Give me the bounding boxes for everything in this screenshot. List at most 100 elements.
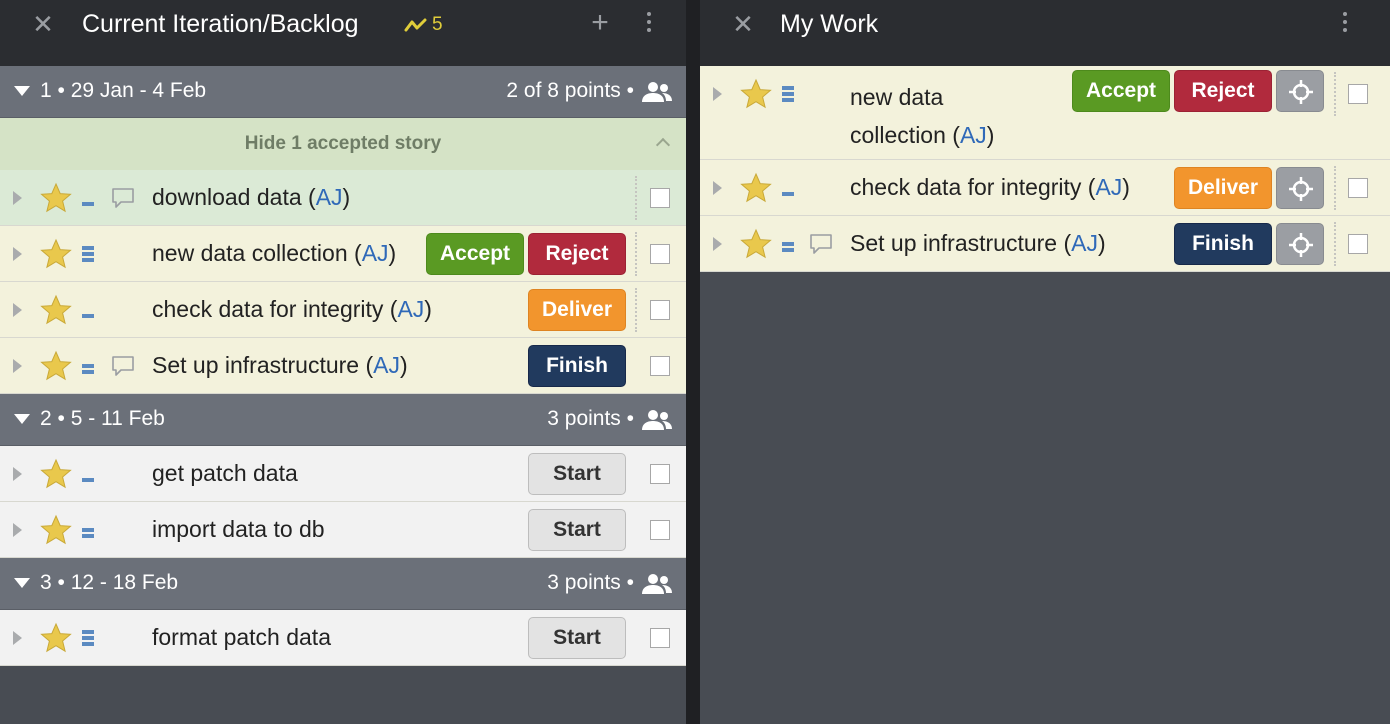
star-icon[interactable]: [40, 458, 72, 490]
story-row[interactable]: check data for integrity (AJ) Deliver: [700, 160, 1390, 216]
owner-initials[interactable]: AJ: [316, 184, 343, 210]
story-row[interactable]: import data to db Start: [0, 502, 686, 558]
start-button[interactable]: Start: [528, 509, 626, 551]
finish-button[interactable]: Finish: [1174, 223, 1272, 265]
finish-button[interactable]: Finish: [528, 345, 626, 387]
story-row[interactable]: format patch data Start: [0, 610, 686, 666]
star-icon[interactable]: [40, 622, 72, 654]
people-icon[interactable]: [640, 80, 674, 104]
collapse-caret-icon[interactable]: [14, 86, 30, 96]
story-row[interactable]: new data collection (AJ) Accept Reject: [0, 226, 686, 282]
star-icon[interactable]: [740, 78, 772, 110]
reject-button[interactable]: Reject: [528, 233, 626, 275]
close-panel-icon[interactable]: ✕: [730, 12, 756, 38]
panel-divider[interactable]: [686, 0, 700, 724]
estimate-bars-icon: [82, 190, 96, 212]
owner-initials[interactable]: AJ: [960, 122, 987, 148]
select-checkbox[interactable]: [650, 520, 670, 540]
story-title[interactable]: import data to db: [152, 516, 325, 543]
start-button[interactable]: Start: [528, 453, 626, 495]
iteration-header[interactable]: 1 • 29 Jan - 4 Feb 2 of 8 points •: [0, 66, 686, 118]
expand-arrow-icon[interactable]: [13, 631, 22, 645]
expand-arrow-icon[interactable]: [13, 247, 22, 261]
locate-story-button[interactable]: [1276, 70, 1324, 112]
owner-initials[interactable]: AJ: [1095, 174, 1122, 200]
star-icon[interactable]: [40, 514, 72, 546]
plus-icon[interactable]: +: [586, 8, 614, 38]
expand-arrow-icon[interactable]: [713, 87, 722, 101]
hide-accepted-toggle[interactable]: Hide 1 accepted story: [0, 118, 686, 170]
estimate-bars-icon: [82, 522, 96, 544]
owner-initials[interactable]: AJ: [362, 240, 389, 266]
kebab-menu-icon[interactable]: [644, 12, 654, 38]
select-checkbox[interactable]: [650, 188, 670, 208]
crosshair-icon: [1289, 233, 1313, 257]
iteration-points: 3 points •: [547, 407, 634, 430]
people-icon[interactable]: [640, 408, 674, 432]
story-title[interactable]: Set up infrastructure (AJ): [850, 230, 1106, 257]
people-icon[interactable]: [640, 572, 674, 596]
iteration-header[interactable]: 2 • 5 - 11 Feb 3 points •: [0, 394, 686, 446]
select-checkbox[interactable]: [1348, 178, 1368, 198]
divider: [1334, 166, 1336, 210]
select-checkbox[interactable]: [650, 628, 670, 648]
story-title[interactable]: get patch data: [152, 460, 298, 487]
story-row[interactable]: check data for integrity (AJ) Deliver: [0, 282, 686, 338]
collapse-caret-icon[interactable]: [14, 578, 30, 588]
story-title[interactable]: Set up infrastructure (AJ): [152, 352, 408, 379]
accept-button[interactable]: Accept: [426, 233, 524, 275]
divider: [1334, 72, 1336, 116]
story-row[interactable]: get patch data Start: [0, 446, 686, 502]
locate-story-button[interactable]: [1276, 223, 1324, 265]
story-row[interactable]: new data collection (AJ) Accept Reject: [700, 66, 1390, 160]
locate-story-button[interactable]: [1276, 167, 1324, 209]
expand-arrow-icon[interactable]: [713, 237, 722, 251]
star-icon[interactable]: [40, 350, 72, 382]
story-title[interactable]: check data for integrity (AJ): [850, 174, 1130, 201]
iteration-header[interactable]: 3 • 12 - 18 Feb 3 points •: [0, 558, 686, 610]
story-row[interactable]: download data (AJ): [0, 170, 686, 226]
star-icon[interactable]: [40, 238, 72, 270]
story-row[interactable]: Set up infrastructure (AJ) Finish: [0, 338, 686, 394]
expand-arrow-icon[interactable]: [13, 523, 22, 537]
iteration-label: 3 • 12 - 18 Feb: [40, 571, 179, 594]
select-checkbox[interactable]: [650, 464, 670, 484]
story-title[interactable]: format patch data: [152, 624, 331, 651]
deliver-button[interactable]: Deliver: [528, 289, 626, 331]
expand-arrow-icon[interactable]: [13, 359, 22, 373]
estimate-bars-icon: [82, 630, 96, 652]
kebab-menu-icon[interactable]: [1340, 12, 1350, 38]
close-panel-icon[interactable]: ✕: [30, 12, 56, 38]
expand-arrow-icon[interactable]: [13, 191, 22, 205]
expand-arrow-icon[interactable]: [13, 467, 22, 481]
velocity-indicator[interactable]: 5: [404, 14, 443, 36]
expand-arrow-icon[interactable]: [713, 181, 722, 195]
collapse-caret-icon[interactable]: [14, 414, 30, 424]
owner-initials[interactable]: AJ: [1071, 230, 1098, 256]
owner-initials[interactable]: AJ: [397, 296, 424, 322]
deliver-button[interactable]: Deliver: [1174, 167, 1272, 209]
select-checkbox[interactable]: [1348, 84, 1368, 104]
divider: [635, 232, 637, 276]
reject-button[interactable]: Reject: [1174, 70, 1272, 112]
story-title[interactable]: new data collection (AJ): [850, 78, 1070, 154]
select-checkbox[interactable]: [1348, 234, 1368, 254]
star-icon[interactable]: [40, 182, 72, 214]
select-checkbox[interactable]: [650, 356, 670, 376]
my-work-panel: ✕ My Work new data collection (AJ) Accept…: [700, 0, 1390, 724]
accept-button[interactable]: Accept: [1072, 70, 1170, 112]
story-row[interactable]: Set up infrastructure (AJ) Finish: [700, 216, 1390, 272]
star-icon[interactable]: [740, 228, 772, 260]
story-title[interactable]: check data for integrity (AJ): [152, 296, 432, 323]
select-checkbox[interactable]: [650, 300, 670, 320]
estimate-bars-icon: [782, 180, 796, 202]
star-icon[interactable]: [740, 172, 772, 204]
expand-arrow-icon[interactable]: [13, 303, 22, 317]
star-icon[interactable]: [40, 294, 72, 326]
story-title[interactable]: download data (AJ): [152, 184, 350, 211]
panel-title: My Work: [780, 10, 879, 38]
owner-initials[interactable]: AJ: [373, 352, 400, 378]
select-checkbox[interactable]: [650, 244, 670, 264]
start-button[interactable]: Start: [528, 617, 626, 659]
story-title[interactable]: new data collection (AJ): [152, 240, 396, 267]
